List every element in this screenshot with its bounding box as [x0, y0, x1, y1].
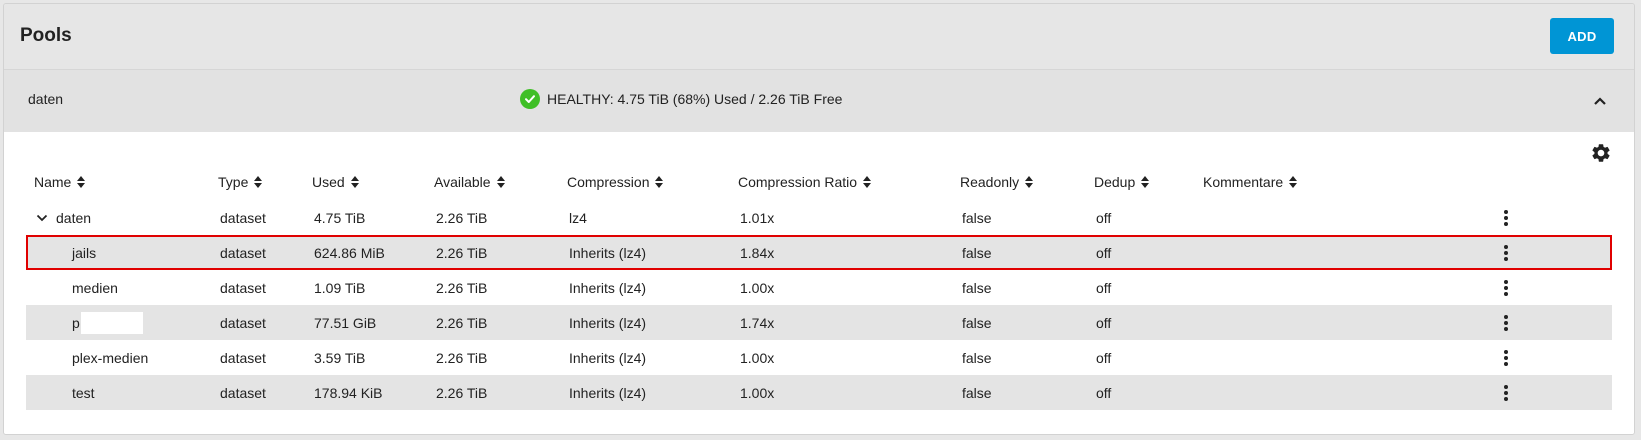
- row-compression-ratio: 1.01x: [740, 209, 775, 226]
- row-dedup: off: [1096, 314, 1112, 331]
- row-type: dataset: [220, 314, 266, 331]
- row-compression-ratio: 1.84x: [740, 244, 775, 261]
- row-compression: Inherits (lz4): [569, 279, 647, 296]
- row-used: 77.51 GiB: [314, 314, 377, 331]
- row-name: test: [72, 384, 95, 401]
- column-name[interactable]: Name: [34, 164, 86, 200]
- dataset-content: Name Type Used Available Compression Com…: [4, 132, 1634, 434]
- table-header: Name Type Used Available Compression Com…: [26, 164, 1612, 200]
- more-vert-icon[interactable]: [1500, 237, 1512, 268]
- row-readonly: false: [962, 349, 992, 366]
- table-row[interactable]: medien dataset 1.09 TiB 2.26 TiB Inherit…: [26, 270, 1612, 305]
- page-title: Pools: [20, 25, 72, 46]
- row-type: dataset: [220, 244, 266, 261]
- row-type: dataset: [220, 279, 266, 296]
- column-compression-ratio[interactable]: Compression Ratio: [738, 164, 872, 200]
- row-name: plex-medien: [72, 349, 149, 366]
- row-name: daten: [56, 209, 92, 226]
- more-vert-icon[interactable]: [1500, 377, 1512, 408]
- check-circle-icon: [520, 89, 540, 109]
- sort-icon: [1141, 176, 1150, 188]
- row-readonly: false: [962, 314, 992, 331]
- more-vert-icon[interactable]: [1500, 342, 1512, 373]
- table-row[interactable]: daten dataset 4.75 TiB 2.26 TiB lz4 1.01…: [26, 200, 1612, 235]
- row-readonly: false: [962, 279, 992, 296]
- row-name: jails: [72, 244, 97, 261]
- row-available: 2.26 TiB: [436, 209, 488, 226]
- dataset-table: Name Type Used Available Compression Com…: [26, 164, 1612, 410]
- pool-bar[interactable]: daten HEALTHY: 4.75 TiB (68%) Used / 2.2…: [4, 69, 1634, 132]
- gear-icon[interactable]: [1590, 142, 1612, 164]
- sort-icon: [655, 176, 664, 188]
- pools-header: Pools ADD: [4, 4, 1634, 68]
- sort-icon: [77, 176, 86, 188]
- row-readonly: false: [962, 244, 992, 261]
- add-button[interactable]: ADD: [1550, 18, 1614, 54]
- table-row[interactable]: test dataset 178.94 KiB 2.26 TiB Inherit…: [26, 375, 1612, 410]
- row-available: 2.26 TiB: [436, 349, 488, 366]
- row-name: p: [72, 314, 80, 331]
- column-used[interactable]: Used: [312, 164, 359, 200]
- row-used: 1.09 TiB: [314, 279, 366, 296]
- redaction-box: [80, 311, 143, 334]
- sort-icon: [496, 176, 505, 188]
- table-row[interactable]: jails dataset 624.86 MiB 2.26 TiB Inheri…: [26, 235, 1612, 270]
- row-compression-ratio: 1.74x: [740, 314, 775, 331]
- row-name: medien: [72, 279, 118, 296]
- sort-icon: [350, 176, 359, 188]
- row-compression: Inherits (lz4): [569, 314, 647, 331]
- row-compression-ratio: 1.00x: [740, 349, 775, 366]
- column-available[interactable]: Available: [434, 164, 505, 200]
- row-type: dataset: [220, 349, 266, 366]
- more-vert-icon[interactable]: [1500, 272, 1512, 303]
- row-dedup: off: [1096, 209, 1112, 226]
- row-used: 3.59 TiB: [314, 349, 366, 366]
- row-available: 2.26 TiB: [436, 279, 488, 296]
- pools-card: Pools ADD daten HEALTHY: 4.75 TiB (68%) …: [3, 3, 1635, 435]
- sort-icon: [1025, 176, 1034, 188]
- row-compression: Inherits (lz4): [569, 244, 647, 261]
- row-dedup: off: [1096, 279, 1112, 296]
- table-row[interactable]: plex-medien dataset 3.59 TiB 2.26 TiB In…: [26, 340, 1612, 375]
- column-compression[interactable]: Compression: [567, 164, 664, 200]
- row-readonly: false: [962, 384, 992, 401]
- row-available: 2.26 TiB: [436, 384, 488, 401]
- table-row[interactable]: p dataset 77.51 GiB 2.26 TiB Inherits (l…: [26, 305, 1612, 340]
- more-vert-icon[interactable]: [1500, 202, 1512, 233]
- pool-status-text: HEALTHY: 4.75 TiB (68%) Used / 2.26 TiB …: [547, 91, 843, 107]
- row-dedup: off: [1096, 384, 1112, 401]
- pool-status: HEALTHY: 4.75 TiB (68%) Used / 2.26 TiB …: [520, 89, 842, 109]
- row-type: dataset: [220, 384, 266, 401]
- row-compression: Inherits (lz4): [569, 349, 647, 366]
- row-compression-ratio: 1.00x: [740, 279, 775, 296]
- row-available: 2.26 TiB: [436, 314, 488, 331]
- row-used: 4.75 TiB: [314, 209, 366, 226]
- column-dedup[interactable]: Dedup: [1094, 164, 1150, 200]
- more-vert-icon[interactable]: [1500, 307, 1512, 338]
- pool-name: daten: [28, 91, 64, 107]
- row-compression: lz4: [569, 209, 587, 226]
- sort-icon: [1289, 176, 1298, 188]
- chevron-down-icon[interactable]: [36, 212, 48, 224]
- row-used: 178.94 KiB: [314, 384, 383, 401]
- row-used: 624.86 MiB: [314, 244, 385, 261]
- row-dedup: off: [1096, 244, 1112, 261]
- sort-icon: [254, 176, 263, 188]
- row-compression: Inherits (lz4): [569, 384, 647, 401]
- row-available: 2.26 TiB: [436, 244, 488, 261]
- row-compression-ratio: 1.00x: [740, 384, 775, 401]
- column-kommentare[interactable]: Kommentare: [1203, 164, 1298, 200]
- chevron-up-icon[interactable]: [1591, 92, 1609, 110]
- column-readonly[interactable]: Readonly: [960, 164, 1034, 200]
- row-readonly: false: [962, 209, 992, 226]
- row-type: dataset: [220, 209, 266, 226]
- column-type[interactable]: Type: [218, 164, 263, 200]
- sort-icon: [863, 176, 872, 188]
- row-dedup: off: [1096, 349, 1112, 366]
